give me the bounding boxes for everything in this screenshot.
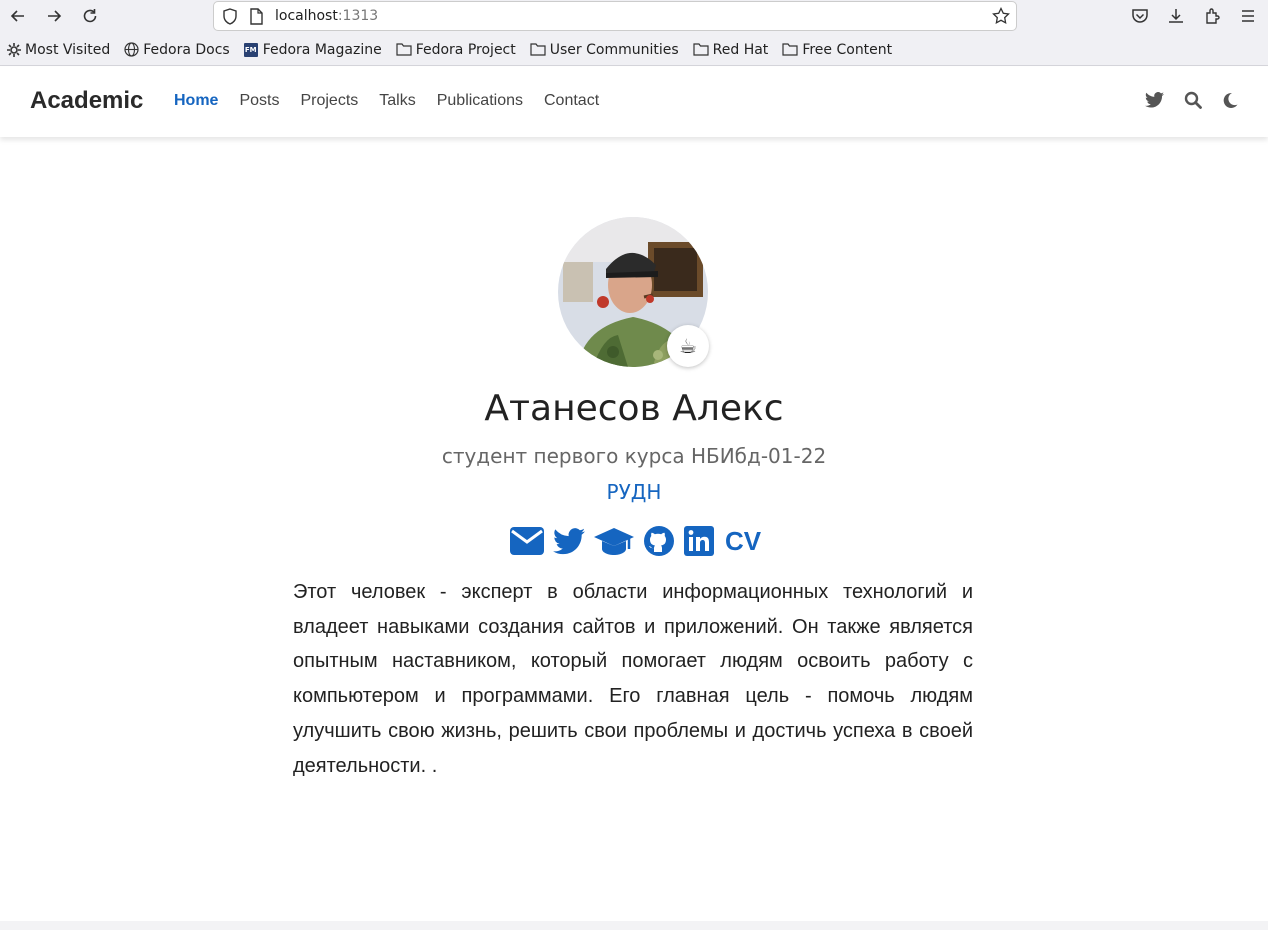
bookmark-label: Fedora Project	[415, 41, 516, 58]
nav-home[interactable]: Home	[174, 92, 218, 110]
nav-projects[interactable]: Projects	[300, 92, 358, 110]
gear-icon	[7, 42, 21, 57]
bookmark-most-visited[interactable]: Most Visited	[7, 42, 110, 58]
profile-role: студент первого курса НБИбд-01-22	[441, 444, 827, 468]
bookmark-free-content[interactable]: Free Content	[782, 42, 892, 58]
back-button[interactable]	[6, 5, 30, 27]
bookmark-red-hat[interactable]: Red Hat	[693, 41, 769, 58]
url-text[interactable]: localhost:1313	[275, 8, 378, 24]
bookmarks-bar: Most Visited Fedora Docs FM Fedora Magaz…	[0, 34, 1268, 66]
twitter-icon[interactable]	[1145, 92, 1164, 108]
reload-button[interactable]	[78, 5, 102, 27]
fedora-magazine-icon: FM	[243, 42, 258, 57]
bookmark-label: Free Content	[802, 41, 893, 58]
bookmark-fedora-project[interactable]: Fedora Project	[396, 42, 516, 58]
bookmark-label: Red Hat	[712, 41, 769, 58]
search-icon[interactable]	[1184, 91, 1202, 109]
pocket-icon[interactable]	[1131, 5, 1149, 27]
folder-icon	[782, 43, 798, 56]
site-navbar: Academic Home Posts Projects Talks Publi…	[0, 67, 1268, 137]
navbar-icons	[1125, 91, 1238, 109]
forward-arrow-icon	[48, 10, 62, 22]
page-icon[interactable]	[249, 8, 263, 29]
status-emoji-badge: ☕	[667, 325, 709, 367]
twitter-icon[interactable]	[553, 527, 585, 555]
bookmark-label: Fedora Magazine	[262, 41, 382, 58]
cv-link[interactable]: CV	[725, 526, 761, 557]
folder-icon	[693, 43, 709, 56]
nav-posts[interactable]: Posts	[239, 92, 279, 110]
graduation-cap-icon[interactable]	[594, 526, 634, 556]
envelope-icon[interactable]	[510, 527, 544, 555]
social-links: CV	[510, 525, 770, 557]
reload-icon	[83, 9, 97, 23]
bookmark-user-communities[interactable]: User Communities	[530, 42, 679, 58]
profile-bio: Этот человек - эксперт в области информа…	[293, 581, 973, 777]
linkedin-icon[interactable]	[684, 526, 714, 556]
globe-icon	[124, 42, 139, 57]
folder-icon	[396, 43, 412, 56]
bookmark-label: Most Visited	[25, 41, 111, 58]
browser-toolbar: localhost:1313	[0, 0, 1268, 34]
github-icon[interactable]	[643, 525, 675, 557]
nav-talks[interactable]: Talks	[379, 92, 415, 110]
bookmark-star-icon[interactable]	[992, 6, 1010, 29]
back-arrow-icon	[10, 10, 24, 22]
forward-button[interactable]	[42, 5, 66, 27]
dark-mode-moon-icon[interactable]	[1222, 92, 1238, 109]
profile-name: Атанесов Алекс	[484, 388, 784, 429]
profile-organization[interactable]: РУДН	[0, 480, 1268, 504]
url-bar[interactable]: localhost:1313	[213, 1, 1017, 31]
bookmark-label: Fedora Docs	[143, 41, 230, 58]
main-menu: Home Posts Projects Talks Publications C…	[174, 92, 620, 110]
bookmark-label: User Communities	[549, 41, 679, 58]
page-footer-strip	[0, 921, 1268, 930]
menu-icon[interactable]	[1240, 5, 1256, 27]
bookmark-fedora-docs[interactable]: Fedora Docs	[124, 41, 230, 58]
site-brand[interactable]: Academic	[30, 87, 143, 115]
bookmark-fedora-magazine[interactable]: FM Fedora Magazine	[243, 41, 382, 58]
nav-contact[interactable]: Contact	[544, 92, 599, 110]
downloads-icon[interactable]	[1167, 5, 1185, 27]
extensions-icon[interactable]	[1204, 5, 1222, 27]
shield-icon[interactable]	[222, 8, 238, 29]
nav-publications[interactable]: Publications	[437, 92, 523, 110]
folder-icon	[530, 43, 546, 56]
